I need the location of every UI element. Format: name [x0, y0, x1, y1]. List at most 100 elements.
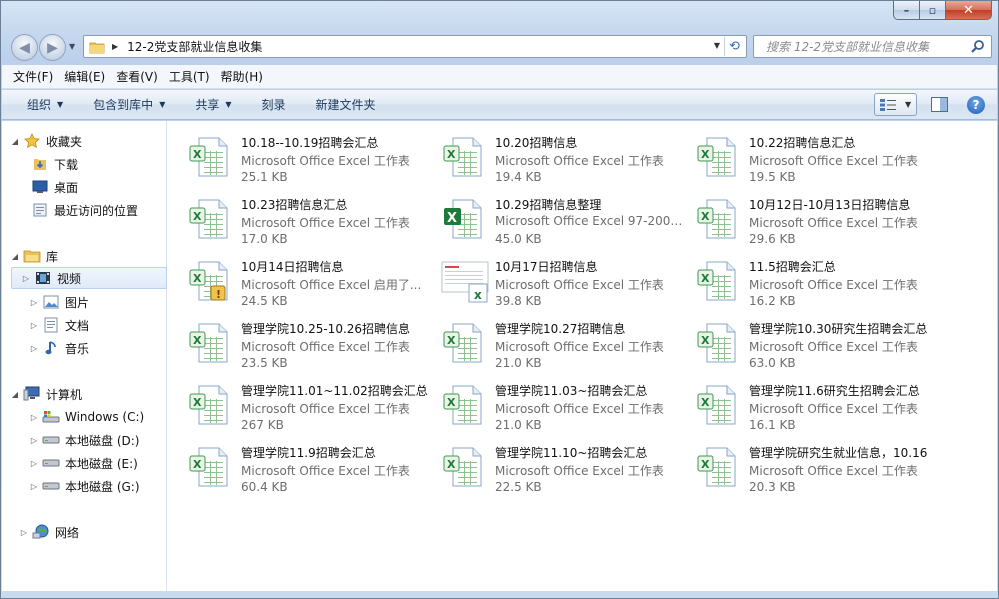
organize-button[interactable]: 组织 ▼ [27, 96, 63, 113]
library-icon [23, 248, 41, 264]
preview-pane-icon[interactable] [931, 97, 948, 112]
nav-item-downloads[interactable]: 下载 [28, 153, 78, 175]
nav-item-drive-c[interactable]: ▷ Windows (C:) [29, 406, 144, 428]
svg-text:X: X [193, 396, 202, 409]
breadcrumb-current-folder[interactable]: 12-2党支部就业信息收集 [127, 38, 262, 55]
address-history-dropdown[interactable]: ▼ [714, 41, 720, 50]
forward-arrow-icon: ▶ [47, 39, 58, 56]
file-item[interactable]: X 10.23招聘信息汇总 Microsoft Office Excel 工作表 17… [187, 189, 437, 247]
recent-pages-dropdown[interactable]: ▼ [69, 42, 75, 51]
include-in-library-button[interactable]: 包含到库中 ▼ [93, 96, 165, 113]
nav-item-drive-d[interactable]: ▷ 本地磁盘 (D:) [29, 429, 140, 451]
excel-sheet-icon: X [697, 199, 736, 239]
nav-item-videos[interactable]: ▷ 视频 [11, 267, 167, 289]
search-placeholder: 搜索 12-2党支部就业信息收集 [766, 40, 930, 54]
nav-libraries[interactable]: ◢ 库 [10, 245, 58, 267]
menu-tools[interactable]: 工具(T) [169, 68, 210, 85]
file-item[interactable]: X 管理学院11.01~11.02招聘会汇总 Microsoft Office Ex… [187, 375, 437, 433]
expand-arrow-icon[interactable]: ▷ [29, 413, 39, 422]
breadcrumb-arrow-icon[interactable]: ▶ [112, 42, 118, 51]
file-item[interactable]: X 10.18--10.19招聘会汇总 Microsoft Office Excel… [187, 127, 437, 185]
file-item[interactable]: X 10月12日-10月13日招聘信息 Microsoft Office Excel… [695, 189, 945, 247]
file-size: 63.0 KB [749, 356, 796, 370]
file-item[interactable]: X 管理学院11.6研究生招聘会汇总 Microsoft Office Excel … [695, 375, 945, 433]
excel-legacy-icon: X [444, 199, 482, 239]
file-item[interactable]: X! 10月14日招聘信息 Microsoft Office Excel 启用了..… [187, 251, 437, 309]
burn-button[interactable]: 刻录 [262, 96, 286, 113]
expand-arrow-icon[interactable]: ▷ [29, 459, 39, 468]
nav-item-drive-g[interactable]: ▷ 本地磁盘 (G:) [29, 475, 140, 497]
svg-text:X: X [701, 148, 710, 161]
menu-help[interactable]: 帮助(H) [221, 68, 263, 85]
nav-item-pictures[interactable]: ▷ 图片 [29, 291, 89, 313]
file-size: 20.3 KB [749, 480, 796, 494]
nav-item-drive-e[interactable]: ▷ 本地磁盘 (E:) [29, 452, 138, 474]
file-item[interactable]: X 管理学院10.30研究生招聘会汇总 Microsoft Office Excel… [695, 313, 945, 371]
file-item[interactable]: X 11.5招聘会汇总 Microsoft Office Excel 工作表 16.2… [695, 251, 945, 309]
organize-label: 组织 [27, 98, 52, 112]
refresh-button[interactable]: ⟲ [724, 37, 744, 56]
nav-item-recent-places[interactable]: 最近访问的位置 [28, 199, 138, 221]
expand-arrow-icon[interactable]: ▷ [29, 344, 39, 353]
explorer-window: – ▫ ✕ ◀ ▶ ▼ ▶ 12-2党支部就业信息收集 ▼ ⟲ 搜索 12-2党… [0, 0, 999, 599]
address-bar[interactable]: ▶ 12-2党支部就业信息收集 ▼ ⟲ [83, 35, 747, 58]
search-box[interactable]: 搜索 12-2党支部就业信息收集 [753, 35, 992, 58]
star-icon [23, 133, 41, 149]
file-item[interactable]: X 管理学院研究生就业信息，10.16 Microsoft Office Excel… [695, 437, 945, 495]
file-item[interactable]: X 10.29招聘信息整理 Microsoft Office Excel 97-20… [441, 189, 691, 247]
expand-arrow-icon[interactable]: ▷ [29, 436, 39, 445]
menu-view[interactable]: 查看(V) [116, 68, 158, 85]
change-view-button[interactable]: ▼ [874, 93, 917, 116]
close-button[interactable]: ✕ [946, 1, 992, 20]
expand-arrow-icon[interactable]: ▷ [21, 274, 31, 283]
help-icon[interactable]: ? [967, 95, 985, 114]
view-dropdown-arrow-icon[interactable]: ▼ [905, 100, 911, 109]
file-name: 管理学院11.10~招聘会汇总 [495, 446, 648, 460]
nav-item-documents[interactable]: ▷ 文档 [29, 314, 89, 336]
file-size: 24.5 KB [241, 294, 288, 308]
file-item[interactable]: X 10.22招聘信息汇总 Microsoft Office Excel 工作表 19… [695, 127, 945, 185]
nav-item-desktop[interactable]: 桌面 [28, 176, 78, 198]
collapse-arrow-icon[interactable]: ◢ [10, 252, 20, 261]
expand-arrow-icon[interactable]: ▷ [29, 298, 39, 307]
file-type: Microsoft Office Excel 工作表 [241, 216, 410, 230]
forward-button[interactable]: ▶ [39, 34, 66, 61]
file-type: Microsoft Office Excel 工作表 [241, 402, 410, 416]
file-name: 管理学院10.25-10.26招聘信息 [241, 322, 411, 336]
new-folder-button[interactable]: 新建文件夹 [316, 96, 376, 113]
minimize-button[interactable]: – [893, 1, 920, 20]
maximize-button[interactable]: ▫ [920, 1, 946, 20]
file-item[interactable]: X 管理学院10.27招聘信息 Microsoft Office Excel 工作表… [441, 313, 691, 371]
include-library-label: 包含到库中 [93, 98, 154, 112]
nav-favorites[interactable]: ◢ 收藏夹 [10, 130, 82, 152]
excel-sheet-icon: X [697, 447, 736, 487]
share-button[interactable]: 共享 ▼ [195, 96, 231, 113]
nav-item-label: 文档 [65, 318, 90, 333]
file-type: Microsoft Office Excel 工作表 [749, 278, 918, 292]
expand-arrow-icon[interactable]: ▷ [19, 528, 29, 537]
file-name: 10.20招聘信息 [495, 136, 578, 150]
search-icon[interactable] [970, 39, 985, 54]
expand-arrow-icon[interactable]: ▷ [29, 321, 39, 330]
file-type: Microsoft Office Excel 工作表 [749, 464, 918, 478]
file-item[interactable]: X 管理学院11.03~招聘会汇总 Microsoft Office Excel 工… [441, 375, 691, 433]
file-type: Microsoft Office Excel 工作表 [495, 278, 664, 292]
file-item[interactable]: X 管理学院11.10~招聘会汇总 Microsoft Office Excel 工… [441, 437, 691, 495]
file-item[interactable]: X 10.20招聘信息 Microsoft Office Excel 工作表 19.4… [441, 127, 691, 185]
desktop-icon [31, 179, 49, 195]
nav-item-music[interactable]: ▷ 音乐 [29, 337, 89, 359]
collapse-arrow-icon[interactable]: ◢ [10, 390, 20, 399]
nav-computer[interactable]: ◢ 计算机 [10, 383, 82, 405]
menu-edit[interactable]: 编辑(E) [64, 68, 105, 85]
collapse-arrow-icon[interactable]: ◢ [10, 137, 20, 146]
file-name: 管理学院11.9招聘会汇总 [241, 446, 376, 460]
nav-network[interactable]: ▷ 网络 [19, 521, 79, 543]
back-button[interactable]: ◀ [11, 34, 38, 61]
expand-arrow-icon[interactable]: ▷ [29, 482, 39, 491]
file-item[interactable]: X 管理学院11.9招聘会汇总 Microsoft Office Excel 工作表… [187, 437, 437, 495]
file-item[interactable]: X 管理学院10.25-10.26招聘信息 Microsoft Office Exc… [187, 313, 437, 371]
file-item[interactable]: x 10月17日招聘信息 Microsoft Office Excel 工作表 39.… [441, 251, 691, 309]
view-options-icon [880, 98, 896, 111]
menu-file[interactable]: 文件(F) [13, 68, 53, 85]
svg-text:X: X [701, 396, 710, 409]
